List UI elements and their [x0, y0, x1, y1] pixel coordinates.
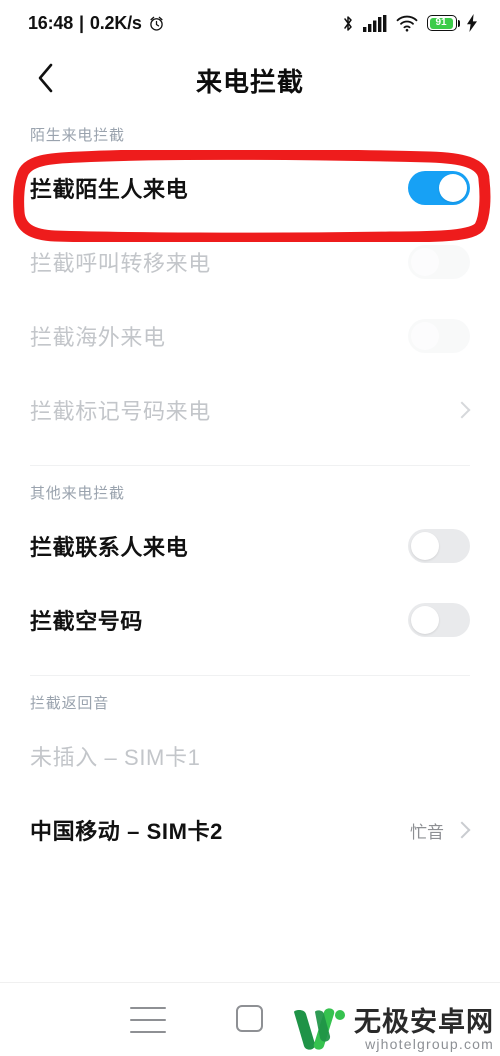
- toggle-block-empty-numbers[interactable]: [408, 603, 470, 637]
- status-bar-right: 91: [342, 14, 478, 33]
- toggle-block-contact-calls[interactable]: [408, 529, 470, 563]
- watermark: 无极安卓网 wjhotelgroup.com: [290, 1006, 494, 1054]
- row-sim1: 未插入 – SIM卡1: [0, 719, 500, 793]
- row-control: [408, 319, 470, 353]
- watermark-site-name: 无极安卓网: [354, 1007, 494, 1038]
- battery-level: 91: [435, 17, 447, 28]
- nav-home-button[interactable]: [236, 1005, 263, 1032]
- row-control: [408, 603, 470, 637]
- settings-list: 陌生来电拦截 拦截陌生人来电 拦截呼叫转移来电 拦截海外来电 拦截标记号码来电 …: [0, 114, 500, 982]
- row-control: [408, 171, 470, 205]
- status-bar-left: 16:48 | 0.2K/s: [28, 13, 165, 34]
- row-control: [408, 245, 470, 279]
- row-label: 拦截呼叫转移来电: [30, 251, 211, 276]
- row-label: 拦截陌生人来电: [30, 177, 189, 202]
- chevron-right-icon: [453, 821, 471, 839]
- toggle-block-overseas-calls: [408, 319, 470, 353]
- section-header-strangers: 陌生来电拦截: [30, 127, 125, 144]
- row-block-marked-numbers: 拦截标记号码来电: [0, 373, 500, 447]
- recents-hamburger-icon: [130, 1019, 166, 1021]
- battery-indicator: 91: [427, 15, 460, 31]
- status-time: 16:48: [28, 12, 74, 33]
- row-label: 拦截标记号码来电: [30, 399, 211, 424]
- row-control: [408, 529, 470, 563]
- chevron-right-icon: [453, 401, 471, 419]
- phone-screen: 16:48 | 0.2K/s 91 来电拦截 陌生来电拦截 拦截陌生人来电 拦截…: [0, 0, 500, 1056]
- lightning-bolt-icon: [467, 14, 477, 32]
- nav-recents-button[interactable]: [130, 1007, 166, 1033]
- page-title: 来电拦截: [195, 66, 304, 97]
- watermark-site-url: wjhotelgroup.com: [365, 1035, 494, 1052]
- row-block-contact-calls[interactable]: 拦截联系人来电: [0, 509, 500, 583]
- row-label: 拦截海外来电: [30, 325, 166, 350]
- watermark-text: 无极安卓网 wjhotelgroup.com: [354, 1008, 494, 1051]
- section-header-other: 其他来电拦截: [30, 485, 125, 502]
- toggle-knob: [439, 174, 467, 202]
- row-control: [453, 401, 471, 419]
- alarm-clock-icon: [149, 16, 163, 31]
- row-block-stranger-calls[interactable]: 拦截陌生人来电: [0, 151, 500, 225]
- cellular-signal-icon: [363, 14, 387, 32]
- title-bar: 来电拦截: [0, 46, 500, 114]
- recents-hamburger-icon: [130, 1007, 166, 1009]
- toggle-block-forwarded-calls: [408, 245, 470, 279]
- row-label: 拦截联系人来电: [30, 535, 189, 560]
- section-divider-2: [30, 675, 470, 676]
- recents-hamburger-icon: [130, 1031, 166, 1033]
- row-block-forwarded-calls: 拦截呼叫转移来电: [0, 225, 500, 299]
- toggle-knob: [411, 322, 439, 350]
- status-network-speed: 0.2K/s: [89, 12, 142, 33]
- status-separator: |: [79, 12, 84, 33]
- toggle-knob: [411, 248, 439, 276]
- toggle-block-stranger-calls[interactable]: [408, 171, 470, 205]
- section-header-return-tone: 拦截返回音: [30, 695, 110, 712]
- row-sim2[interactable]: 中国移动 – SIM卡2 忙音: [0, 793, 500, 867]
- row-block-overseas-calls: 拦截海外来电: [0, 299, 500, 373]
- w-logo-icon: [294, 1008, 345, 1050]
- row-value: 忙音: [410, 822, 444, 842]
- row-label: 中国移动 – SIM卡2: [30, 819, 224, 844]
- wifi-icon: [396, 15, 418, 31]
- status-bar: 16:48 | 0.2K/s 91: [0, 0, 500, 46]
- row-label: 拦截空号码: [30, 609, 144, 634]
- section-divider-1: [30, 465, 470, 466]
- toggle-knob: [411, 606, 439, 634]
- row-label: 未插入 – SIM卡1: [30, 745, 201, 770]
- row-control: 忙音: [410, 818, 471, 843]
- toggle-knob: [411, 532, 439, 560]
- row-block-empty-numbers[interactable]: 拦截空号码: [0, 583, 500, 657]
- bluetooth-icon: [344, 15, 352, 31]
